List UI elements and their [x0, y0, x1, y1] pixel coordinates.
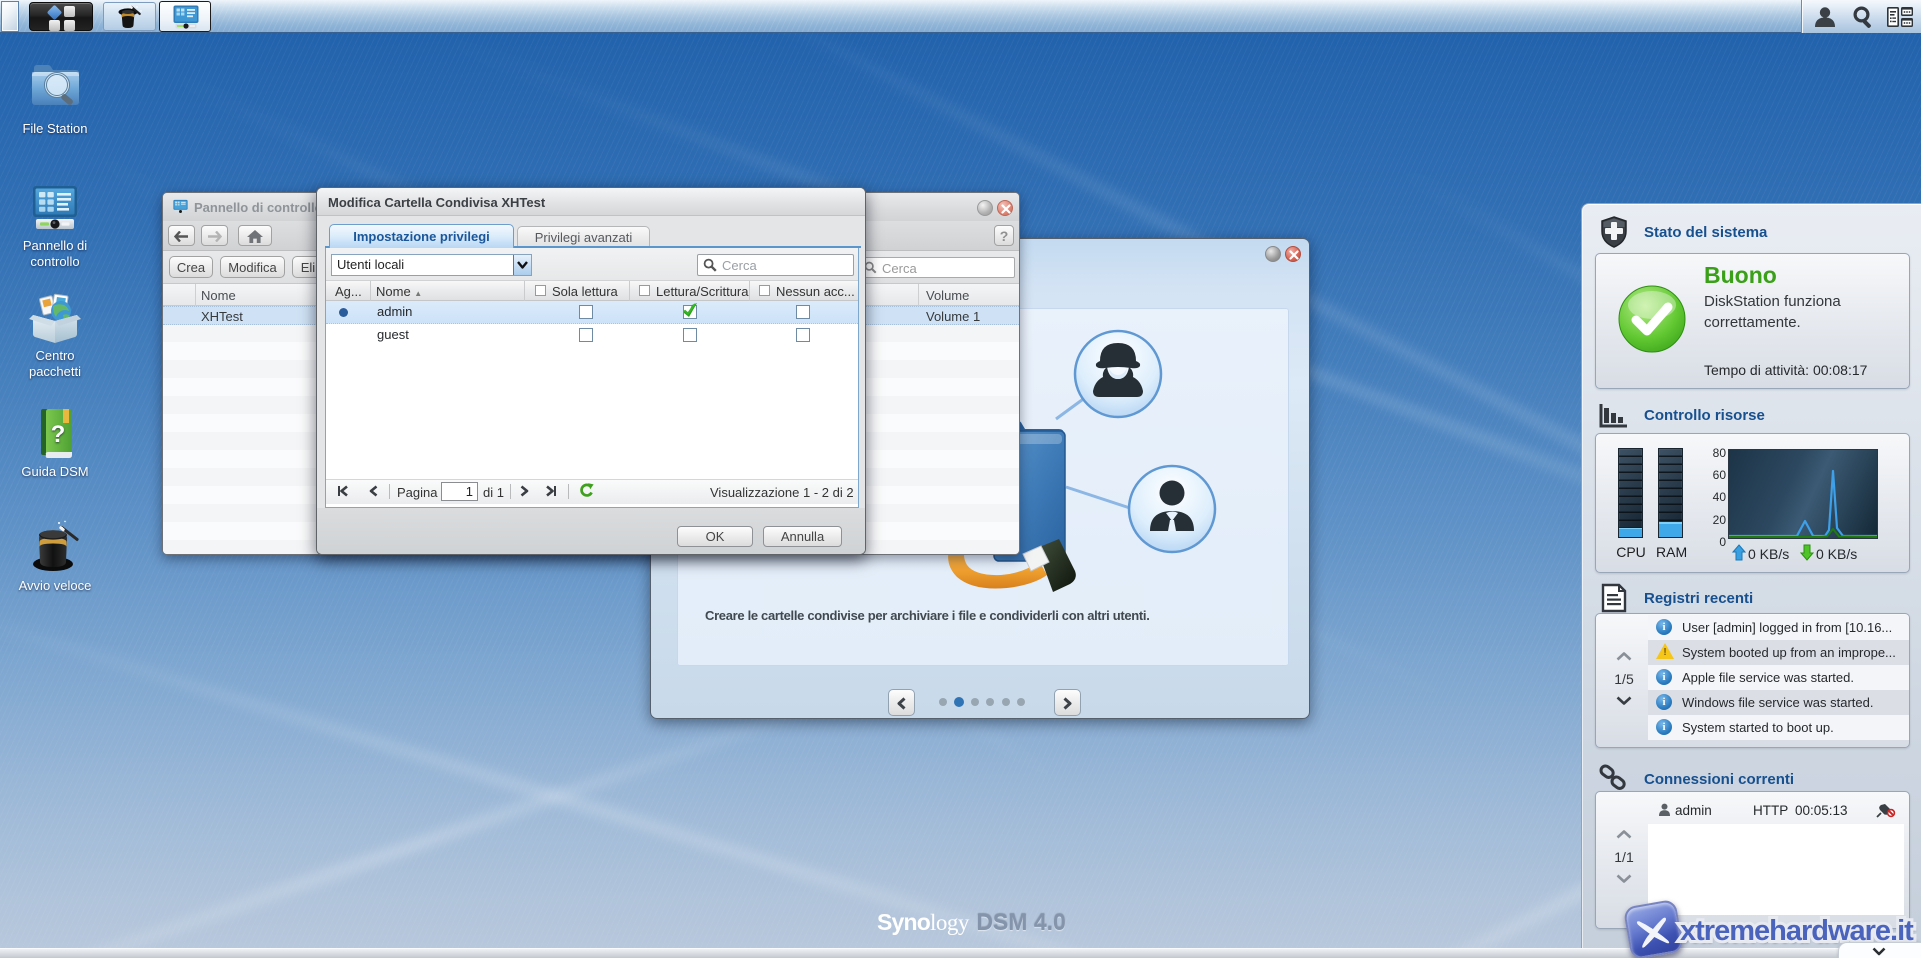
- svg-text:?: ?: [51, 421, 66, 448]
